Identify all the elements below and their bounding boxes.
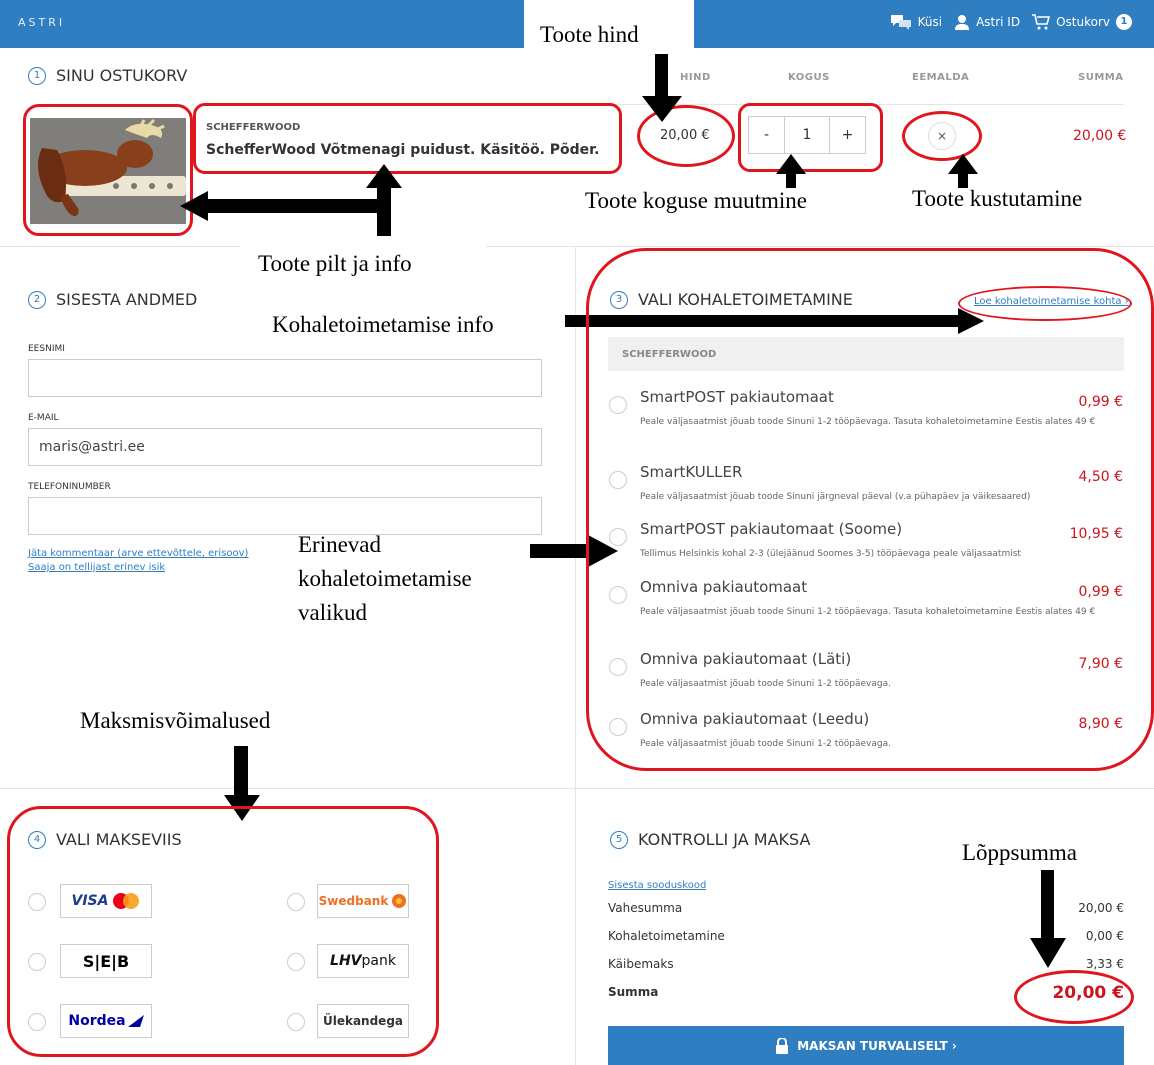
cart-icon	[1032, 14, 1051, 30]
mastercard-icon	[113, 893, 140, 909]
pay-radio-swedbank[interactable]	[287, 893, 305, 911]
annotation-total: Lõppsumma	[962, 840, 1077, 865]
arrow-head-left	[180, 191, 208, 221]
pay-option-lhv[interactable]: LHV pank	[317, 944, 409, 978]
logo[interactable]: ASTRI	[18, 16, 65, 29]
lock-icon	[776, 1038, 789, 1054]
col-qty-header: KOGUS	[788, 72, 830, 83]
cart-section-title: 1 SINU OSTUKORV	[28, 66, 187, 85]
pay-radio-lhv[interactable]	[287, 953, 305, 971]
arrow-shaft	[655, 54, 668, 98]
arrow-shaft	[530, 544, 590, 558]
subtotal-row: Vahesumma 20,00 €	[608, 901, 1124, 915]
annotation-qty: Toote koguse muutmine	[585, 188, 807, 213]
shipping-row: Kohaletoimetamine 0,00 €	[608, 929, 1124, 943]
arrow-head-up	[776, 154, 806, 174]
pay-radio-seb[interactable]	[28, 953, 46, 971]
phone-label: TELEFONINUMBER	[28, 482, 111, 492]
pay-option-nordea[interactable]: Nordea	[60, 1004, 152, 1038]
line-total: 20,00 €	[1073, 128, 1127, 144]
col-price-header: HIND	[680, 72, 711, 83]
chat-icon	[890, 15, 911, 30]
recipient-link[interactable]: Saaja on tellijast erinev isik	[28, 562, 165, 573]
annotation-delivery-info: Kohaletoimetamise info	[272, 312, 494, 338]
pay-radio-nordea[interactable]	[28, 1013, 46, 1031]
pay-option-transfer[interactable]: Ülekandega	[317, 1004, 409, 1038]
cart-count-badge: 1	[1116, 14, 1132, 30]
col-sum-header: SUMMA	[1078, 72, 1124, 83]
divider	[486, 246, 1154, 247]
annotation-ring-delivery	[586, 248, 1154, 771]
first-name-label: EESNIMI	[28, 344, 65, 354]
vat-row: Käibemaks 3,33 €	[608, 957, 1124, 971]
arrow-head-down	[642, 96, 682, 122]
header-links: Küsi Astri ID Ostukorv 1	[890, 14, 1132, 30]
pay-radio-transfer[interactable]	[287, 1013, 305, 1031]
annotation-payment: Maksmisvõimalused	[80, 708, 271, 733]
step-number: 1	[28, 66, 46, 85]
discount-code-link[interactable]: Sisesta sooduskood	[608, 880, 706, 891]
email-label: E-MAIL	[28, 413, 59, 423]
first-name-field[interactable]	[28, 359, 542, 397]
annotation-ring-image	[23, 104, 193, 236]
arrow-shaft	[205, 199, 385, 213]
annotation-price: Toote hind	[540, 22, 639, 47]
annotation-ring-total	[1014, 970, 1134, 1024]
nordea-icon	[127, 1015, 144, 1027]
details-section-title: 2 SISESTA ANDMED	[28, 290, 197, 309]
pay-option-swedbank[interactable]: Swedbank	[317, 884, 409, 918]
col-remove-header: EEMALDA	[912, 72, 970, 83]
ask-link[interactable]: Küsi	[890, 14, 942, 30]
divider	[0, 788, 1154, 789]
user-icon	[955, 15, 970, 30]
pay-securely-button[interactable]: MAKSAN TURVALISELT ›	[608, 1026, 1124, 1065]
annotation-delivery-options: Erinevad kohaletoimetamise valikud	[298, 532, 472, 625]
divider	[0, 246, 240, 247]
swedbank-icon	[392, 894, 407, 908]
email-field[interactable]: maris@astri.ee	[28, 428, 542, 466]
annotation-ring-qty	[738, 103, 883, 172]
arrow-shaft	[786, 172, 796, 188]
annotation-product: Toote pilt ja info	[258, 251, 412, 276]
arrow-shaft	[234, 746, 248, 796]
annotation-ring-product-info	[193, 103, 622, 174]
pay-option-seb[interactable]: S|E|B	[60, 944, 152, 978]
astri-id-link[interactable]: Astri ID	[954, 14, 1020, 30]
pay-option-card[interactable]: VISA	[60, 884, 152, 918]
checkout-section-title: 5 KONTROLLI JA MAKSA	[610, 830, 810, 849]
arrow-head-up	[366, 164, 402, 188]
annotation-remove: Toote kustutamine	[912, 186, 1083, 211]
comment-link[interactable]: Jäta kommentaar (arve ettevõttele, eriso…	[28, 548, 248, 559]
column-divider	[575, 247, 576, 1065]
step-number: 2	[28, 290, 46, 309]
step-number: 5	[610, 830, 628, 849]
cart-link[interactable]: Ostukorv 1	[1032, 14, 1132, 30]
pay-radio-card[interactable]	[28, 893, 46, 911]
arrow-head-up	[948, 154, 978, 174]
